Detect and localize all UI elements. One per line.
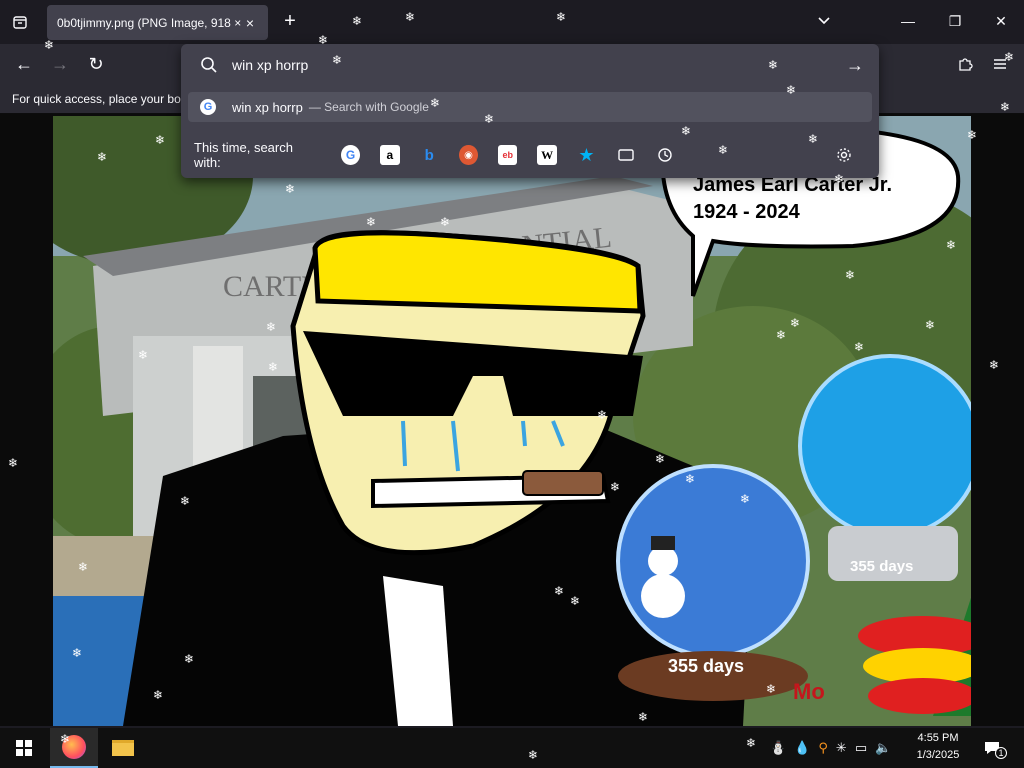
wikipedia-icon[interactable]: W [537,145,557,165]
extensions-button[interactable] [952,52,978,76]
tab-title: 0b0tjimmy.png (PNG Image, 918 × [57,15,242,30]
new-tab-button[interactable]: + [280,10,300,34]
displayed-image: CARTE NTIAL James Earl Carter Jr. 1924 -… [53,116,971,726]
bottom-overlay-text: Mo [793,679,825,704]
notification-count-badge: 1 [995,747,1007,759]
go-arrow-icon[interactable]: → [846,55,870,76]
start-button[interactable] [0,728,48,768]
windows-logo-icon [16,740,32,756]
maximize-button[interactable]: ❐ [940,8,970,34]
search-icon [201,57,217,73]
urlbar[interactable]: win xp horrp → [190,50,870,80]
tray-app-icon[interactable]: ⛄ [770,740,786,756]
tab-list-button[interactable] [6,10,34,34]
globe-right-label: 355 days [850,558,913,575]
google-icon: G [200,99,216,115]
history-icon[interactable] [655,145,674,165]
suggestion-suffix: — Search with Google [308,100,429,114]
duckduckgo-icon[interactable]: ◉ [458,145,479,165]
reload-button[interactable]: ↻ [83,52,109,76]
ebay-icon[interactable]: eb [498,145,518,165]
tabs-icon[interactable] [616,145,635,165]
folder-icon [112,740,134,756]
google-icon[interactable]: G [340,145,361,165]
page-content: CARTE NTIAL James Earl Carter Jr. 1924 -… [0,114,1024,726]
tab-list-icon [13,16,27,29]
search-engine-switcher: This time, search with: G a b ◉ eb W ★ [194,140,874,170]
list-all-tabs-icon[interactable] [816,12,836,32]
back-button[interactable]: ← [11,52,37,76]
amazon-icon[interactable]: a [380,145,400,165]
bubble-years-text: 1924 - 2024 [693,201,801,223]
clock-date: 1/3/2025 [916,749,960,761]
tab-active[interactable]: 0b0tjimmy.png (PNG Image, 918 × × [47,5,268,40]
search-suggestion-row[interactable]: G win xp horrp — Search with Google [188,92,872,122]
tab-close-icon[interactable]: × [242,15,258,31]
close-window-button[interactable]: ✕ [986,8,1016,34]
app-menu-button[interactable] [987,52,1013,76]
snowflake-tray-icon[interactable]: ✳ [836,740,847,756]
globe-left-label: 355 days [668,656,744,676]
volume-icon[interactable]: 🔈 [875,740,891,756]
network-icon[interactable]: ▭ [855,740,867,756]
hamburger-icon [994,59,1006,69]
system-tray: ⛄ 💧 ⚲ ✳ ▭ 🔈 [770,738,891,758]
action-center-button[interactable]: 1 [980,736,1010,760]
bing-icon[interactable]: b [420,145,439,165]
water-drop-icon[interactable]: 💧 [794,740,810,756]
forward-button[interactable]: → [47,52,73,76]
search-tray-icon[interactable]: ⚲ [818,740,828,756]
search-settings-gear-icon[interactable] [835,145,854,165]
firefox-icon [62,735,86,759]
suggestion-query: win xp horrp [232,99,303,115]
bookmarks-star-icon[interactable]: ★ [577,145,596,165]
minimize-button[interactable]: — [893,8,923,34]
search-with-label: This time, search with: [194,140,293,170]
meme-image: CARTE NTIAL James Earl Carter Jr. 1924 -… [53,116,971,726]
urlbar-input[interactable]: win xp horrp [232,57,846,73]
taskbar-file-explorer[interactable] [99,728,147,768]
bookmarks-hint-text: For quick access, place your boo [12,92,188,106]
taskbar-firefox[interactable] [50,728,98,768]
taskbar-clock[interactable]: 4:55 PM 1/3/2025 [900,730,976,766]
clock-time: 4:55 PM [917,732,959,744]
puzzle-icon [959,58,973,71]
